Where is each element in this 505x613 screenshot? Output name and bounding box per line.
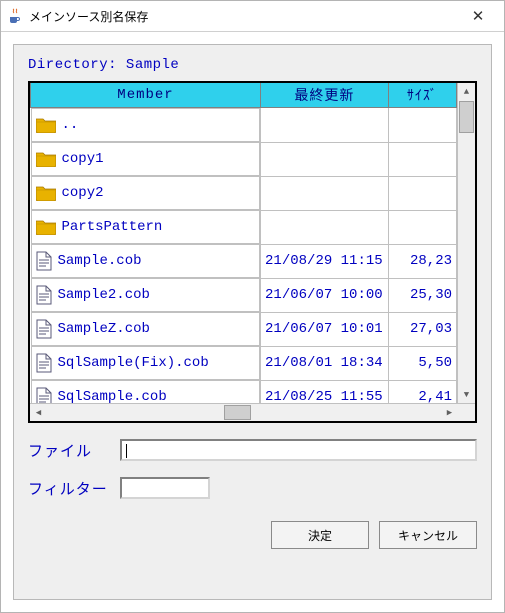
folder-icon bbox=[36, 151, 56, 167]
cell-updated: 21/06/07 10:00 bbox=[261, 278, 389, 312]
folder-icon bbox=[36, 117, 56, 133]
filter-input[interactable] bbox=[120, 477, 210, 499]
cell-size bbox=[388, 142, 456, 176]
file-table: Member 最終更新 ｻｲｽﾞ .. copy1 copy2 PartsPatter… bbox=[30, 83, 457, 403]
cell-size bbox=[388, 108, 456, 143]
column-header-member[interactable]: Member bbox=[31, 83, 261, 108]
row-name: copy1 bbox=[62, 151, 104, 167]
cell-name[interactable]: SqlSample.cob bbox=[31, 380, 261, 403]
cell-size bbox=[388, 176, 456, 210]
ok-button[interactable]: 決定 bbox=[271, 521, 369, 549]
cell-updated bbox=[261, 210, 389, 244]
scroll-up-button[interactable]: ▲ bbox=[458, 83, 475, 100]
cell-size: 2,41 bbox=[388, 380, 456, 403]
cell-name[interactable]: SqlSample(Fix).cob bbox=[31, 346, 261, 380]
table-row[interactable]: SampleZ.cob 21/06/07 10:0127,03 bbox=[31, 312, 457, 346]
cell-size bbox=[388, 210, 456, 244]
cell-name[interactable]: PartsPattern bbox=[31, 210, 261, 244]
table-row[interactable]: SqlSample(Fix).cob 21/08/01 18:345,50 bbox=[31, 346, 457, 380]
cell-updated: 21/08/29 11:15 bbox=[261, 244, 389, 278]
cell-updated: 21/08/25 11:55 bbox=[261, 380, 389, 403]
scroll-corner bbox=[458, 404, 475, 421]
button-row: 決定 キャンセル bbox=[28, 521, 477, 549]
cell-name[interactable]: copy2 bbox=[31, 176, 261, 210]
table-row[interactable]: PartsPattern bbox=[31, 210, 457, 244]
scroll-right-button[interactable]: ▶ bbox=[441, 404, 458, 421]
file-icon bbox=[36, 285, 52, 305]
scroll-left-button[interactable]: ◀ bbox=[30, 404, 47, 421]
client-area: Directory: Sample Member bbox=[1, 32, 504, 612]
file-icon bbox=[36, 251, 52, 271]
table-row[interactable]: SqlSample.cob 21/08/25 11:552,41 bbox=[31, 380, 457, 403]
java-cup-icon bbox=[7, 8, 23, 24]
cell-name[interactable]: SampleZ.cob bbox=[31, 312, 261, 346]
filter-row: フィルター bbox=[28, 477, 477, 499]
horizontal-scrollbar[interactable]: ◀ ▶ bbox=[30, 403, 475, 421]
file-input[interactable] bbox=[120, 439, 477, 461]
table-row[interactable]: copy2 bbox=[31, 176, 457, 210]
dialog-window: メインソース別名保存 ✕ Directory: Sample bbox=[0, 0, 505, 613]
caret-icon bbox=[126, 444, 128, 458]
folder-icon bbox=[36, 185, 56, 201]
row-name: SampleZ.cob bbox=[58, 321, 150, 337]
table-row[interactable]: Sample.cob 21/08/29 11:1528,23 bbox=[31, 244, 457, 278]
cell-size: 25,30 bbox=[388, 278, 456, 312]
file-table-container: Member 最終更新 ｻｲｽﾞ .. copy1 copy2 PartsPatter… bbox=[28, 81, 477, 423]
vertical-scrollbar[interactable]: ▲ ▼ bbox=[457, 83, 475, 403]
table-row[interactable]: Sample2.cob 21/06/07 10:0025,30 bbox=[31, 278, 457, 312]
cell-name[interactable]: copy1 bbox=[31, 142, 261, 176]
cell-size: 5,50 bbox=[388, 346, 456, 380]
window-title: メインソース別名保存 bbox=[29, 8, 458, 25]
horizontal-scroll-track[interactable] bbox=[47, 404, 441, 421]
content-frame: Directory: Sample Member bbox=[13, 44, 492, 600]
column-header-size[interactable]: ｻｲｽﾞ bbox=[388, 83, 456, 108]
cell-updated bbox=[261, 108, 389, 143]
vertical-scroll-thumb[interactable] bbox=[459, 101, 474, 133]
row-name: Sample2.cob bbox=[58, 287, 150, 303]
cell-updated bbox=[261, 176, 389, 210]
cell-updated bbox=[261, 142, 389, 176]
cell-updated: 21/08/01 18:34 bbox=[261, 346, 389, 380]
titlebar[interactable]: メインソース別名保存 ✕ bbox=[1, 1, 504, 32]
cell-name[interactable]: Sample2.cob bbox=[31, 278, 261, 312]
cell-name[interactable]: Sample.cob bbox=[31, 244, 261, 278]
row-name: PartsPattern bbox=[62, 219, 163, 235]
file-table-viewport: Member 最終更新 ｻｲｽﾞ .. copy1 copy2 PartsPatter… bbox=[30, 83, 457, 403]
row-name: Sample.cob bbox=[58, 253, 142, 269]
scroll-down-button[interactable]: ▼ bbox=[458, 386, 475, 403]
cell-size: 27,03 bbox=[388, 312, 456, 346]
file-label: ファイル bbox=[28, 440, 120, 461]
file-row: ファイル bbox=[28, 439, 477, 461]
horizontal-scroll-thumb[interactable] bbox=[224, 405, 251, 420]
cell-size: 28,23 bbox=[388, 244, 456, 278]
table-row[interactable]: copy1 bbox=[31, 142, 457, 176]
row-name: SqlSample.cob bbox=[58, 389, 167, 403]
column-header-updated[interactable]: 最終更新 bbox=[261, 83, 389, 108]
cell-name[interactable]: .. bbox=[31, 108, 261, 142]
row-name: SqlSample(Fix).cob bbox=[58, 355, 209, 371]
directory-label: Directory: Sample bbox=[28, 57, 477, 73]
table-row[interactable]: .. bbox=[31, 108, 457, 143]
row-name: .. bbox=[62, 117, 79, 133]
filter-label: フィルター bbox=[28, 478, 120, 499]
file-icon bbox=[36, 387, 52, 403]
cell-updated: 21/06/07 10:01 bbox=[261, 312, 389, 346]
row-name: copy2 bbox=[62, 185, 104, 201]
close-button[interactable]: ✕ bbox=[458, 2, 498, 30]
file-icon bbox=[36, 353, 52, 373]
cancel-button[interactable]: キャンセル bbox=[379, 521, 477, 549]
folder-icon bbox=[36, 219, 56, 235]
file-icon bbox=[36, 319, 52, 339]
